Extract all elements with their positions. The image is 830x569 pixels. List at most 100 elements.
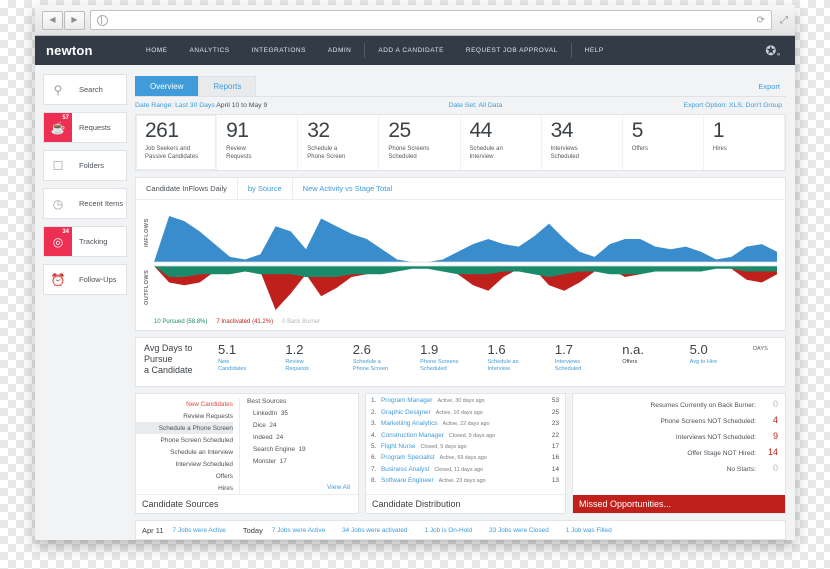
job-count: 17 <box>551 442 559 450</box>
source-name: Indeed <box>253 433 273 441</box>
job-name[interactable]: Program Specialist <box>381 454 435 461</box>
avg-cell-new-candidates: 5.1 New Candidates <box>214 343 281 374</box>
nav-item-integrations[interactable]: INTEGRATIONS <box>241 36 317 65</box>
avg-cell-interviews-scheduled: 1.7 Interviews Scheduled <box>551 343 618 374</box>
footer-stat-activated[interactable]: 34 Jobs were activated <box>342 527 424 534</box>
job-name[interactable]: Program Manager <box>381 397 433 404</box>
legend-pursued: 10 Pursued (58.8%) <box>154 318 208 325</box>
sidebar-item-search[interactable]: ⚲ Search <box>43 74 127 105</box>
nav-item-add-a-candidate[interactable]: ADD A CANDIDATE <box>367 36 455 65</box>
job-index: 3. <box>371 420 377 428</box>
stage-schedule-an-interview[interactable]: Schedule an Interview <box>136 446 233 458</box>
job-count: 53 <box>551 397 559 405</box>
tab-reports[interactable]: Reports <box>198 75 257 96</box>
stat-card-offers[interactable]: 5 Offers <box>623 114 704 170</box>
chart-tab-new-activity-vs-stage-total[interactable]: New Activity vs Stage Total <box>293 178 402 199</box>
job-name[interactable]: Business Analyst <box>381 466 429 473</box>
stage-offers[interactable]: Offers <box>136 470 233 482</box>
stat-card-interviews-scheduled[interactable]: 34 Interviews Scheduled <box>542 114 623 170</box>
stage-new-candidates[interactable]: New Candidates <box>136 398 233 410</box>
export-link[interactable]: Export <box>758 82 786 96</box>
date-range-value[interactable]: Last 30 Days <box>175 102 215 109</box>
sidebar-item-recent-items[interactable]: ◷ Recent Items <box>43 188 127 219</box>
view-all-link[interactable]: View All <box>247 482 358 494</box>
footer-today: Today <box>242 525 263 535</box>
avg-value: 1.7 <box>554 341 573 357</box>
url-bar[interactable]: ⟳ <box>90 10 772 30</box>
chart-legend: 10 Pursued (58.8%) 7 Inactivated (41.2%)… <box>136 317 785 330</box>
stat-label: Hires <box>712 145 727 152</box>
job-name[interactable]: Marketiing Analytics <box>381 420 437 427</box>
stat-value: 34 <box>550 118 574 142</box>
chart-axis-labels: INFLOWS OUTFLOWS <box>140 206 154 314</box>
brand-logo[interactable]: newton <box>35 43 135 58</box>
requests-badge: 57 <box>62 115 69 121</box>
inflows-chart-card: Candidate InFlows Daily by Source New Ac… <box>135 176 786 331</box>
settings-gear-icon[interactable]: ✪⚬ <box>765 43 783 59</box>
table-row[interactable]: 6. Program Specialist Active, 69 days ag… <box>371 452 559 463</box>
gear-small-icon: ⚬ <box>775 49 782 59</box>
table-row[interactable]: 1. Program Manager Active, 30 days ago 5… <box>371 395 559 406</box>
job-count: 16 <box>551 454 559 462</box>
footer-stat-filled[interactable]: 1 Job was Filled <box>566 527 629 534</box>
sidebar-item-label-tracking: Tracking <box>79 237 108 246</box>
missed-value: 9 <box>772 431 778 442</box>
stage-review-requests[interactable]: Review Requests <box>136 410 233 422</box>
footer-left-stat[interactable]: 7 Jobs were Active <box>173 527 243 534</box>
clock-icon: ◷ <box>52 196 64 211</box>
stat-card-hires[interactable]: 1 Hires <box>704 114 785 170</box>
table-row[interactable]: 2. Graphic Designer Active, 10 days ago … <box>371 407 559 418</box>
table-row[interactable]: 3. Marketiing Analytics Active, 22 days … <box>371 418 559 429</box>
export-option[interactable]: Export Option: XLS, Don't Group <box>684 102 782 109</box>
table-row[interactable]: 8. Software Engineer Active, 23 days ago… <box>371 475 559 486</box>
date-range[interactable]: Date Range: Last 30 Days April 10 to May… <box>135 102 267 109</box>
footer-stat-onhold[interactable]: 1 Job is On-Hold <box>425 527 490 534</box>
sidebar-item-tracking[interactable]: ◎ 34 Tracking <box>43 226 127 257</box>
job-status: Active, 30 days ago <box>437 398 485 405</box>
nav-item-analytics[interactable]: ANALYTICS <box>179 36 241 65</box>
date-set[interactable]: Date Set: All Data <box>267 102 683 109</box>
sidebar-item-requests[interactable]: ☕ 57 Requests <box>43 112 127 143</box>
stage-interview-scheduled[interactable]: Interview Scheduled <box>136 458 233 470</box>
stage-schedule-a-phone-screen[interactable]: Schedule a Phone Screen <box>136 422 233 435</box>
reload-icon[interactable]: ⟳ <box>757 15 765 26</box>
missed-label: Phone Screens NOT Scheduled: <box>660 418 756 426</box>
footer-stat-closed[interactable]: 33 Jobs were Closed <box>489 527 566 534</box>
forward-button[interactable]: ▶ <box>64 10 85 30</box>
missed-value: 0 <box>772 399 778 410</box>
job-name[interactable]: Flight Nurse <box>381 443 415 450</box>
tab-overview[interactable]: Overview <box>135 75 199 96</box>
stat-card-schedule-interview[interactable]: 44 Schedule an Interview <box>461 114 542 170</box>
sidebar-item-folders[interactable]: ☐ Folders <box>43 150 127 181</box>
nav-item-admin[interactable]: ADMIN <box>317 36 362 65</box>
footer-stat-active[interactable]: 7 Jobs were Active <box>272 527 342 534</box>
avg-label: Offers <box>622 358 638 365</box>
chart-tab-by-source[interactable]: by Source <box>236 177 293 199</box>
back-button[interactable]: ◀ <box>42 10 63 30</box>
nav-item-home[interactable]: HOME <box>135 36 179 65</box>
missed-label: Interviews NOT Scheduled: <box>675 434 756 442</box>
stat-card-phone-screens-scheduled[interactable]: 25 Phone Screens Scheduled <box>379 114 461 170</box>
job-name[interactable]: Graphic Designer <box>381 409 431 416</box>
nav-divider <box>364 43 366 58</box>
stage-hires[interactable]: Hires <box>136 482 233 494</box>
table-row[interactable]: 7. Business Analyst Closed, 11 days ago … <box>371 464 559 475</box>
table-row[interactable]: 5. Flight Nurse Closed, 9 days ago 17 <box>371 441 559 452</box>
expand-icon[interactable]: ⤢ <box>777 15 788 26</box>
job-name[interactable]: Construction Manager <box>381 432 444 439</box>
sidebar-item-label-search: Search <box>79 85 103 94</box>
chart-tab-candidate-inflows-daily[interactable]: Candidate InFlows Daily <box>136 178 237 199</box>
source-count: 35 <box>280 409 288 417</box>
job-name[interactable]: Software Engineer <box>381 477 434 484</box>
nav-item-request-job-approval[interactable]: REQUEST JOB APPROVAL <box>455 36 569 65</box>
nav-item-help[interactable]: HELP <box>574 36 615 65</box>
stage-phone-screen-scheduled[interactable]: Phone Screen Scheduled <box>136 434 233 446</box>
stat-card-job-seekers[interactable]: 261 Job Seekers and Passive Candidates <box>136 114 218 170</box>
table-row[interactable]: 4. Construction Manager Closed, 9 days a… <box>371 429 559 440</box>
sidebar-item-follow-ups[interactable]: ⏰ Follow-Ups <box>43 264 127 295</box>
stat-card-schedule-phone-screen[interactable]: 32 Schedule a Phone Screen <box>298 114 380 170</box>
source-row: LinkedIn 35 <box>247 407 358 419</box>
stat-card-review-requests[interactable]: 91 Review Requests <box>217 114 299 170</box>
candidate-sources-body: New Candidates Review Requests Schedule … <box>136 394 358 495</box>
avg-cell-review-requests: 1.2 Review Requests <box>281 343 348 374</box>
